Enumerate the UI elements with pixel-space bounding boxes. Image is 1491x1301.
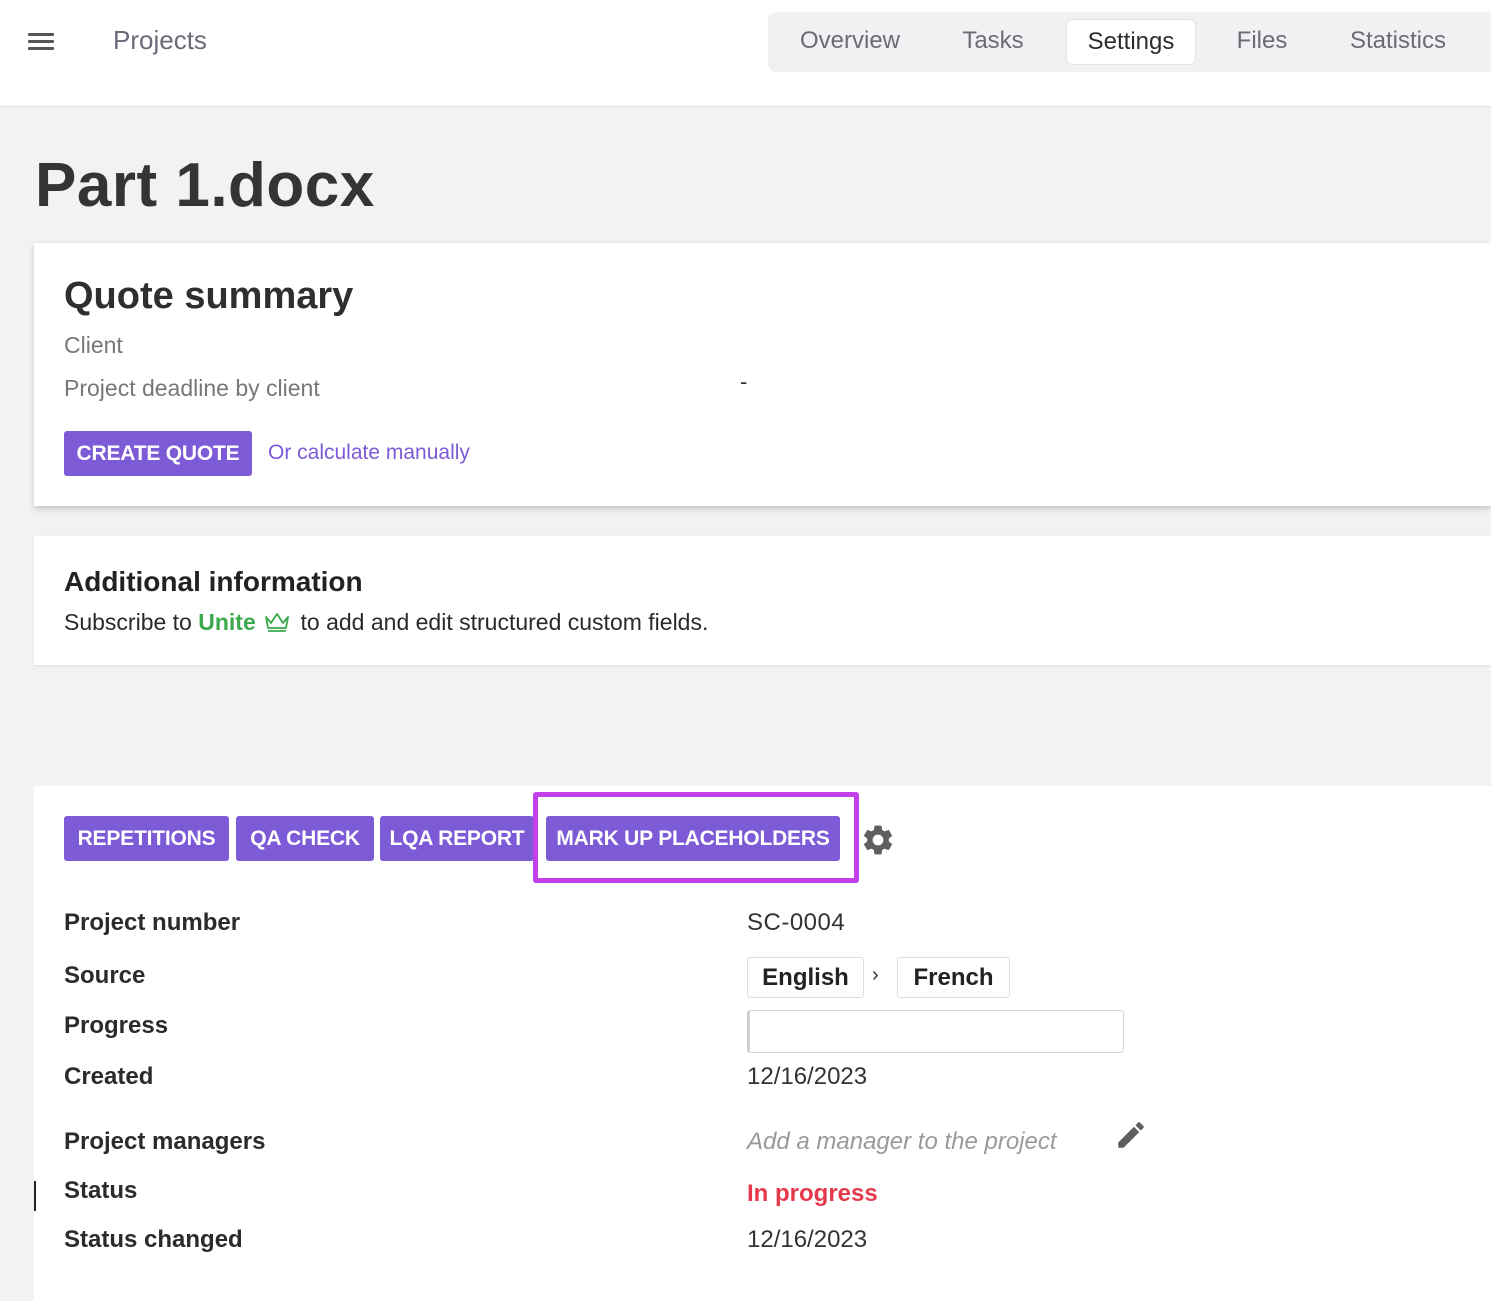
tab-tasks[interactable]: Tasks (948, 19, 1038, 65)
crown-icon (264, 611, 290, 639)
pencil-icon[interactable] (1114, 1118, 1148, 1152)
tab-bar: Overview Tasks Settings Files Statistics (768, 12, 1491, 72)
subscribe-text-after: to add and edit structured custom fields… (300, 609, 709, 635)
tab-files[interactable]: Files (1220, 19, 1304, 65)
project-number-value: SC-0004 (747, 909, 846, 936)
deadline-value: - (740, 369, 748, 394)
deadline-label: Project deadline by client (64, 375, 320, 401)
source-label: Source (64, 962, 146, 989)
project-details-card: REPETITIONS QA CHECK LQA REPORT MARK UP … (34, 786, 1491, 1301)
create-quote-button[interactable]: CREATE QUOTE (64, 431, 252, 476)
project-number-label: Project number (64, 909, 241, 936)
subscribe-text-before: Subscribe to (64, 609, 192, 635)
projects-link[interactable]: Projects (113, 25, 207, 56)
progress-label: Progress (64, 1012, 169, 1039)
additional-info-title: Additional information (64, 566, 363, 597)
quote-summary-card: Quote summary Client Project deadline by… (34, 243, 1491, 506)
add-manager-placeholder[interactable]: Add a manager to the project (747, 1128, 1057, 1156)
text-cursor (34, 1181, 36, 1211)
top-navigation-bar: Projects Overview Tasks Settings Files S… (0, 0, 1491, 107)
additional-info-card: Additional information Subscribe to Unit… (34, 536, 1491, 665)
chevron-right-icon: › (872, 964, 879, 986)
created-label: Created (64, 1063, 154, 1090)
qa-check-button[interactable]: QA CHECK (236, 816, 374, 861)
quote-summary-title: Quote summary (64, 275, 354, 317)
lqa-report-button[interactable]: LQA REPORT (380, 816, 534, 861)
gear-icon[interactable] (860, 822, 896, 858)
tab-statistics[interactable]: Statistics (1334, 19, 1462, 65)
unite-link[interactable]: Unite (198, 609, 256, 635)
status-value: In progress (747, 1180, 878, 1207)
client-label: Client (64, 332, 123, 358)
mark-up-placeholders-button[interactable]: MARK UP PLACEHOLDERS (546, 816, 840, 861)
hamburger-menu-icon[interactable] (28, 30, 56, 54)
calculate-manually-link[interactable]: Or calculate manually (268, 441, 470, 465)
page-title: Part 1.docx (35, 151, 375, 220)
repetitions-button[interactable]: REPETITIONS (64, 816, 229, 861)
created-value: 12/16/2023 (747, 1063, 868, 1090)
progress-bar (747, 1010, 1124, 1053)
source-language-chip[interactable]: English (747, 957, 864, 998)
target-language-chip[interactable]: French (897, 957, 1010, 998)
subscribe-text: Subscribe to Unite to add and edit struc… (64, 609, 708, 639)
status-changed-value: 12/16/2023 (747, 1226, 868, 1253)
tab-settings[interactable]: Settings (1066, 19, 1196, 65)
status-changed-label: Status changed (64, 1226, 243, 1253)
project-managers-label: Project managers (64, 1128, 266, 1155)
status-label: Status (64, 1177, 138, 1204)
tab-overview[interactable]: Overview (782, 19, 918, 65)
